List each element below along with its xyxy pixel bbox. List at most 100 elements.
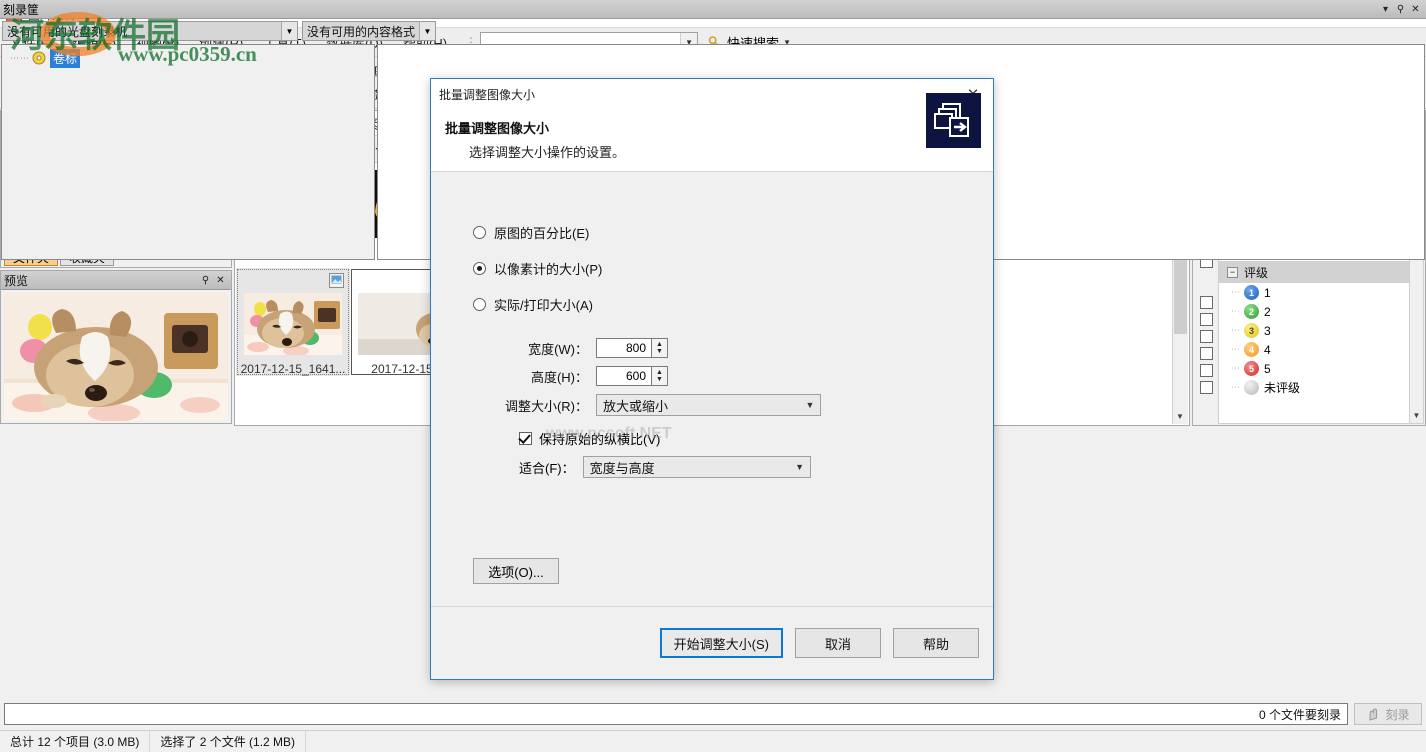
pin-icon[interactable]: ⚲ [1393,2,1408,17]
width-input[interactable]: 800 [596,338,652,358]
scroll-down-icon[interactable]: ▼ [1173,408,1187,424]
rating-item[interactable]: ⋯ 3 3 [1219,321,1409,340]
burn-tree[interactable]: ⋯⋯ 卷标 [1,44,375,260]
puppy-photo [4,293,228,421]
preview-image [4,293,228,421]
stepper-down-icon[interactable]: ▼ [656,376,663,383]
group-header-ratings[interactable]: − 评级 [1219,261,1409,283]
format-select[interactable]: 没有可用的内容格式 ▼ [302,21,436,41]
close-icon[interactable]: ✕ [213,273,228,288]
rating-item[interactable]: ⋯ 未评级 [1219,378,1409,397]
preview-panel-title: 预览 [4,273,29,288]
chevron-down-icon[interactable]: ▼ [790,462,810,472]
height-input[interactable]: 600 [596,366,652,386]
rating-label: 5 [1264,361,1271,376]
scroll-down-icon[interactable]: ▼ [1410,408,1423,423]
rating-badge-2: 2 [1244,304,1259,319]
rating-label: 3 [1264,323,1271,338]
width-stepper[interactable]: ▲ ▼ [652,338,668,358]
resize-mode-select[interactable]: 放大或缩小 ▼ [596,394,821,416]
chevron-down-icon[interactable]: ▼ [419,22,435,40]
chevron-down-icon[interactable]: ▼ [281,22,297,40]
dialog-body: 原图的百分比(E) 以像素计的大小(P) 实际/打印大小(A) 宽度(W)： 8… [431,173,993,606]
stepper-down-icon[interactable]: ▼ [656,348,663,355]
burn-button-label: 刻录 [1385,707,1410,722]
resize-mode-row: 调整大小(R)： 放大或缩小 ▼ [431,392,993,418]
rating-checkbox[interactable] [1199,330,1213,343]
stepper-up-icon[interactable]: ▲ [656,341,663,348]
fit-label: 适合(F)： [519,460,575,476]
disc-icon [32,51,46,65]
dialog-title-bar: 批量调整图像大小 ✕ [431,79,993,109]
rating-badge-3: 3 [1244,323,1259,338]
options-button[interactable]: 选项(O)... [473,558,559,584]
resize-mode-label: 调整大小(R)： [504,398,588,414]
height-stepper[interactable]: ▲ ▼ [652,366,668,386]
close-icon[interactable]: ✕ [1408,2,1423,17]
rating-checkbox[interactable] [1199,313,1213,326]
drive-select[interactable]: 没有可用的光盘刻录机 ▼ [2,21,298,41]
aspect-row[interactable]: 保持原始的纵横比(V) [431,426,993,450]
rating-badge-none [1244,380,1259,395]
radio-percent-row[interactable]: 原图的百分比(E) [431,214,993,250]
radio-actual-row[interactable]: 实际/打印大小(A) [431,286,993,322]
preserve-aspect-checkbox[interactable] [519,431,532,445]
rating-item[interactable]: ⋯ 2 2 [1219,302,1409,321]
resize-mode-value: 放大或缩小 [603,398,669,414]
burn-button[interactable]: 刻录 [1354,703,1422,725]
rating-badge-5: 5 [1244,361,1259,376]
batch-resize-icon [926,93,981,148]
rating-label: 未评级 [1264,381,1301,395]
stepper-up-icon[interactable]: ▲ [656,369,663,376]
image-badge-icon [329,273,344,288]
width-label: 宽度(W)： [528,341,588,357]
thumbnail-item-selected[interactable]: 2017-12-15_1641... [236,268,350,376]
rating-checkbox[interactable] [1199,296,1213,309]
help-button[interactable]: 帮助 [893,628,979,658]
burn-controls: 没有可用的光盘刻录机 ▼ 没有可用的内容格式 ▼ [0,21,440,41]
burn-icon [1369,707,1378,721]
drive-select-value: 没有可用的光盘刻录机 [7,24,128,39]
rating-item[interactable]: ⋯ 4 4 [1219,340,1409,359]
rating-item[interactable]: ⋯ 5 5 [1219,359,1409,378]
radio-pixels-label: 以像素计的大小(P) [494,261,603,277]
batch-resize-dialog: 批量调整图像大小 ✕ 批量调整图像大小 选择调整大小操作的设置。 原图的百分比(… [430,78,994,680]
burn-basket-title: 刻录筐 [3,2,40,17]
application-window: 图片素材 - ACDSee 10 ✕ 文件(F) 编辑(E) 视图(V) 创建(… [0,0,1426,752]
rating-checkbox[interactable] [1199,381,1213,394]
height-row: 高度(H)： 600 ▲ ▼ [431,364,993,388]
panel-menu-icon[interactable]: ▾ [1378,2,1393,17]
burn-status-field: 0 个文件要刻录 [4,703,1348,725]
rating-checkbox[interactable] [1199,364,1213,377]
dialog-titlebar-text: 批量调整图像大小 [439,87,536,102]
burn-basket-header: 刻录筐 ▾ ⚲ ✕ [0,0,1426,19]
rating-label: 2 [1264,304,1271,319]
dialog-subheading: 选择调整大小操作的设置。 [469,145,626,160]
dialog-header: 批量调整图像大小 选择调整大小操作的设置。 [431,93,993,172]
radio-percent[interactable] [473,225,486,239]
collapser-icon[interactable]: − [1227,266,1238,278]
rating-badge-1: 1 [1244,285,1259,300]
radio-pixels[interactable] [473,261,486,275]
rating-badge-4: 4 [1244,342,1259,357]
burn-tree-item[interactable]: ⋯⋯ 卷标 [2,48,374,68]
batch-resize-glyph [933,102,969,137]
radio-actual[interactable] [473,297,486,311]
fit-row: 适合(F)： 宽度与高度 ▼ [431,454,993,480]
fit-select[interactable]: 宽度与高度 ▼ [582,456,811,478]
status-bar: 总计 12 个项目 (3.0 MB) 选择了 2 个文件 (1.2 MB) [0,730,1426,752]
cancel-button[interactable]: 取消 [795,628,881,658]
height-label: 高度(H)： [530,369,588,385]
format-select-value: 没有可用的内容格式 [307,24,416,39]
rating-item[interactable]: ⋯ 1 1 [1219,283,1409,302]
preview-panel: 预览 ⚲ ✕ [0,270,232,424]
pin-icon[interactable]: ⚲ [198,273,213,288]
chevron-down-icon[interactable]: ▼ [800,400,820,410]
start-resize-button[interactable]: 开始调整大小(S) [659,628,783,658]
dialog-heading: 批量调整图像大小 [445,121,550,136]
burn-status-text: 0 个文件要刻录 [1258,707,1341,722]
thumbnail-image [243,288,343,360]
rating-checkbox[interactable] [1199,347,1213,360]
preview-panel-header: 预览 ⚲ ✕ [1,271,231,290]
radio-pixels-row[interactable]: 以像素计的大小(P) [431,250,993,286]
